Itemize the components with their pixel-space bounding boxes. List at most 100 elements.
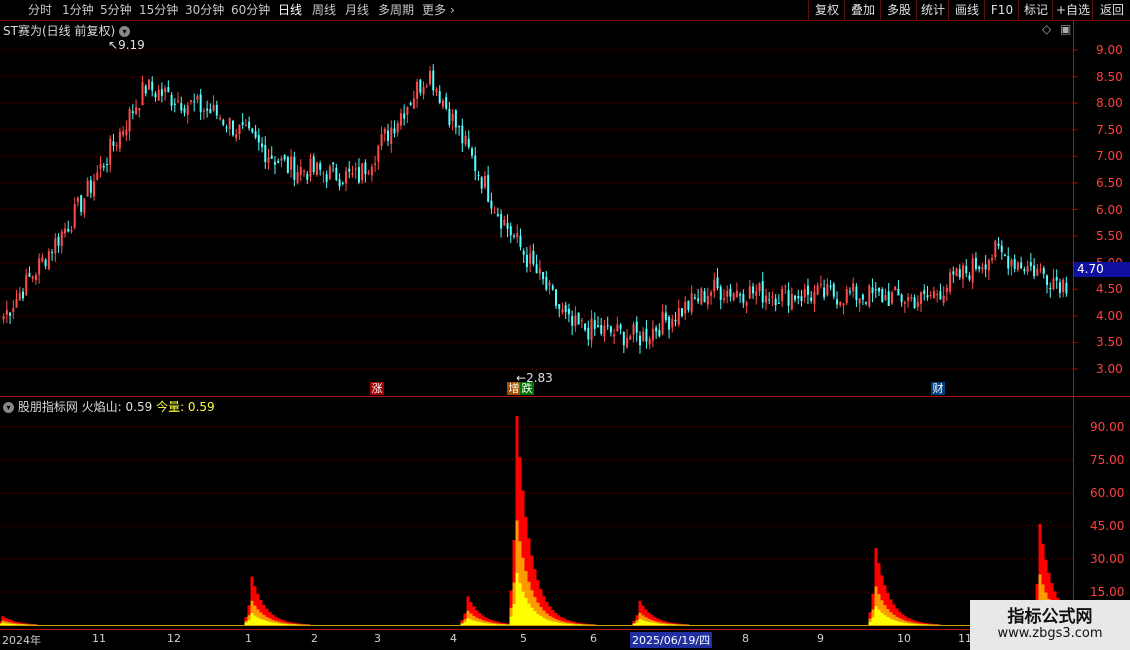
candle-body: [978, 266, 981, 270]
flame-bar-mid: [907, 621, 911, 624]
candle-body: [771, 296, 774, 298]
candle-body: [31, 276, 34, 279]
flame-bar-base: [548, 620, 552, 625]
flame-bar-top: [533, 569, 537, 598]
flame-bar-base: [0, 624, 2, 625]
candle-body: [244, 124, 247, 126]
candle-body: [571, 316, 574, 326]
flame-bar-base: [493, 624, 497, 625]
flame-bar-base: [883, 615, 887, 625]
candle-body: [719, 286, 722, 300]
flame-bar-base: [512, 603, 516, 625]
price-axis-label: 3.50: [1096, 335, 1123, 350]
flame-bar-mid: [493, 623, 497, 625]
candle-body: [629, 336, 632, 340]
flame-bar-mid: [502, 623, 506, 625]
flame-bar-base: [635, 622, 639, 625]
flame-bar-base: [469, 619, 473, 625]
candle-body: [399, 113, 402, 126]
flame-bar-top: [1, 616, 5, 621]
flame-bar-base: [265, 620, 269, 625]
flame-bar-mid: [244, 620, 248, 623]
flame-bar-base: [484, 623, 488, 625]
candle-body: [102, 165, 105, 168]
candle-body: [855, 286, 858, 301]
flame-bar-base: [575, 624, 579, 625]
flame-bar-base: [250, 612, 254, 625]
flame-bar-base: [521, 591, 525, 625]
candle-body: [936, 294, 939, 296]
marker-zeng[interactable]: 增: [507, 382, 521, 395]
flame-bar-mid: [644, 617, 648, 622]
candle-body: [522, 250, 525, 255]
candle-body: [574, 315, 577, 327]
flame-bar-mid: [566, 622, 570, 624]
x-label-feb: 2: [311, 632, 318, 645]
candle-body: [949, 272, 952, 292]
flame-bar-mid: [262, 614, 266, 620]
candle-body: [1007, 255, 1010, 269]
candle-body: [806, 285, 809, 295]
candle-body: [1046, 275, 1049, 285]
candle-body: [1042, 268, 1045, 274]
candle-body: [687, 300, 690, 310]
flame-bar-mid: [527, 581, 531, 604]
flame-bar-mid: [892, 614, 896, 620]
flame-bar-mid: [499, 623, 503, 625]
candle-body: [467, 138, 470, 148]
flame-bar-top: [463, 613, 467, 620]
flame-bar-base: [533, 611, 537, 625]
candle-body: [567, 308, 570, 315]
candle-body: [542, 271, 545, 280]
flame-bar-mid: [283, 622, 287, 624]
candle-body: [354, 168, 357, 170]
candle-body: [393, 128, 396, 134]
flame-bar-top: [874, 548, 878, 587]
candle-body: [474, 155, 477, 172]
candle-body: [538, 268, 541, 274]
candle-body: [984, 264, 987, 270]
flame-bar-top: [512, 540, 516, 583]
flame-bar-mid: [542, 610, 546, 618]
flame-bar-top: [280, 619, 284, 623]
candle-body: [80, 195, 83, 212]
flame-bar-top: [895, 608, 899, 617]
flame-bar-top: [499, 622, 503, 624]
kline-chart[interactable]: [0, 0, 1130, 650]
marker-cai[interactable]: 财: [931, 382, 945, 395]
flame-bar-base: [509, 616, 513, 625]
candle-body: [661, 311, 664, 335]
candle-body: [929, 295, 932, 297]
candle-body: [315, 162, 318, 176]
candle-body: [952, 271, 955, 275]
x-label-apr: 4: [450, 632, 457, 645]
flame-bar-mid: [530, 590, 534, 608]
flame-bar-mid: [883, 605, 887, 616]
candle-body: [939, 291, 942, 300]
flame-bar-mid: [250, 600, 254, 613]
candle-body: [513, 235, 516, 237]
flame-bar-base: [536, 613, 540, 625]
marker-zhang[interactable]: 涨: [370, 382, 384, 395]
candle-body: [968, 275, 971, 280]
candle-body: [257, 135, 260, 143]
candle-body: [238, 124, 241, 135]
candle-body: [861, 294, 864, 300]
flame-bar-mid: [4, 621, 8, 624]
flame-bar-mid: [280, 622, 284, 624]
marker-die[interactable]: 跌: [520, 382, 534, 395]
candle-body: [858, 298, 861, 304]
flame-bar-top: [892, 604, 896, 615]
flame-bar-base: [530, 607, 534, 625]
flame-bar-mid: [466, 610, 470, 618]
candle-body: [254, 131, 257, 138]
candle-body: [852, 283, 855, 292]
candle-body: [273, 162, 276, 165]
candle-body: [1036, 268, 1039, 276]
candle-body: [606, 325, 609, 327]
flame-bar-base: [551, 621, 555, 625]
flame-bar-top: [674, 623, 678, 625]
flame-bar-top: [560, 617, 564, 622]
flame-bar-mid: [1038, 574, 1042, 600]
candle-body: [923, 290, 926, 295]
